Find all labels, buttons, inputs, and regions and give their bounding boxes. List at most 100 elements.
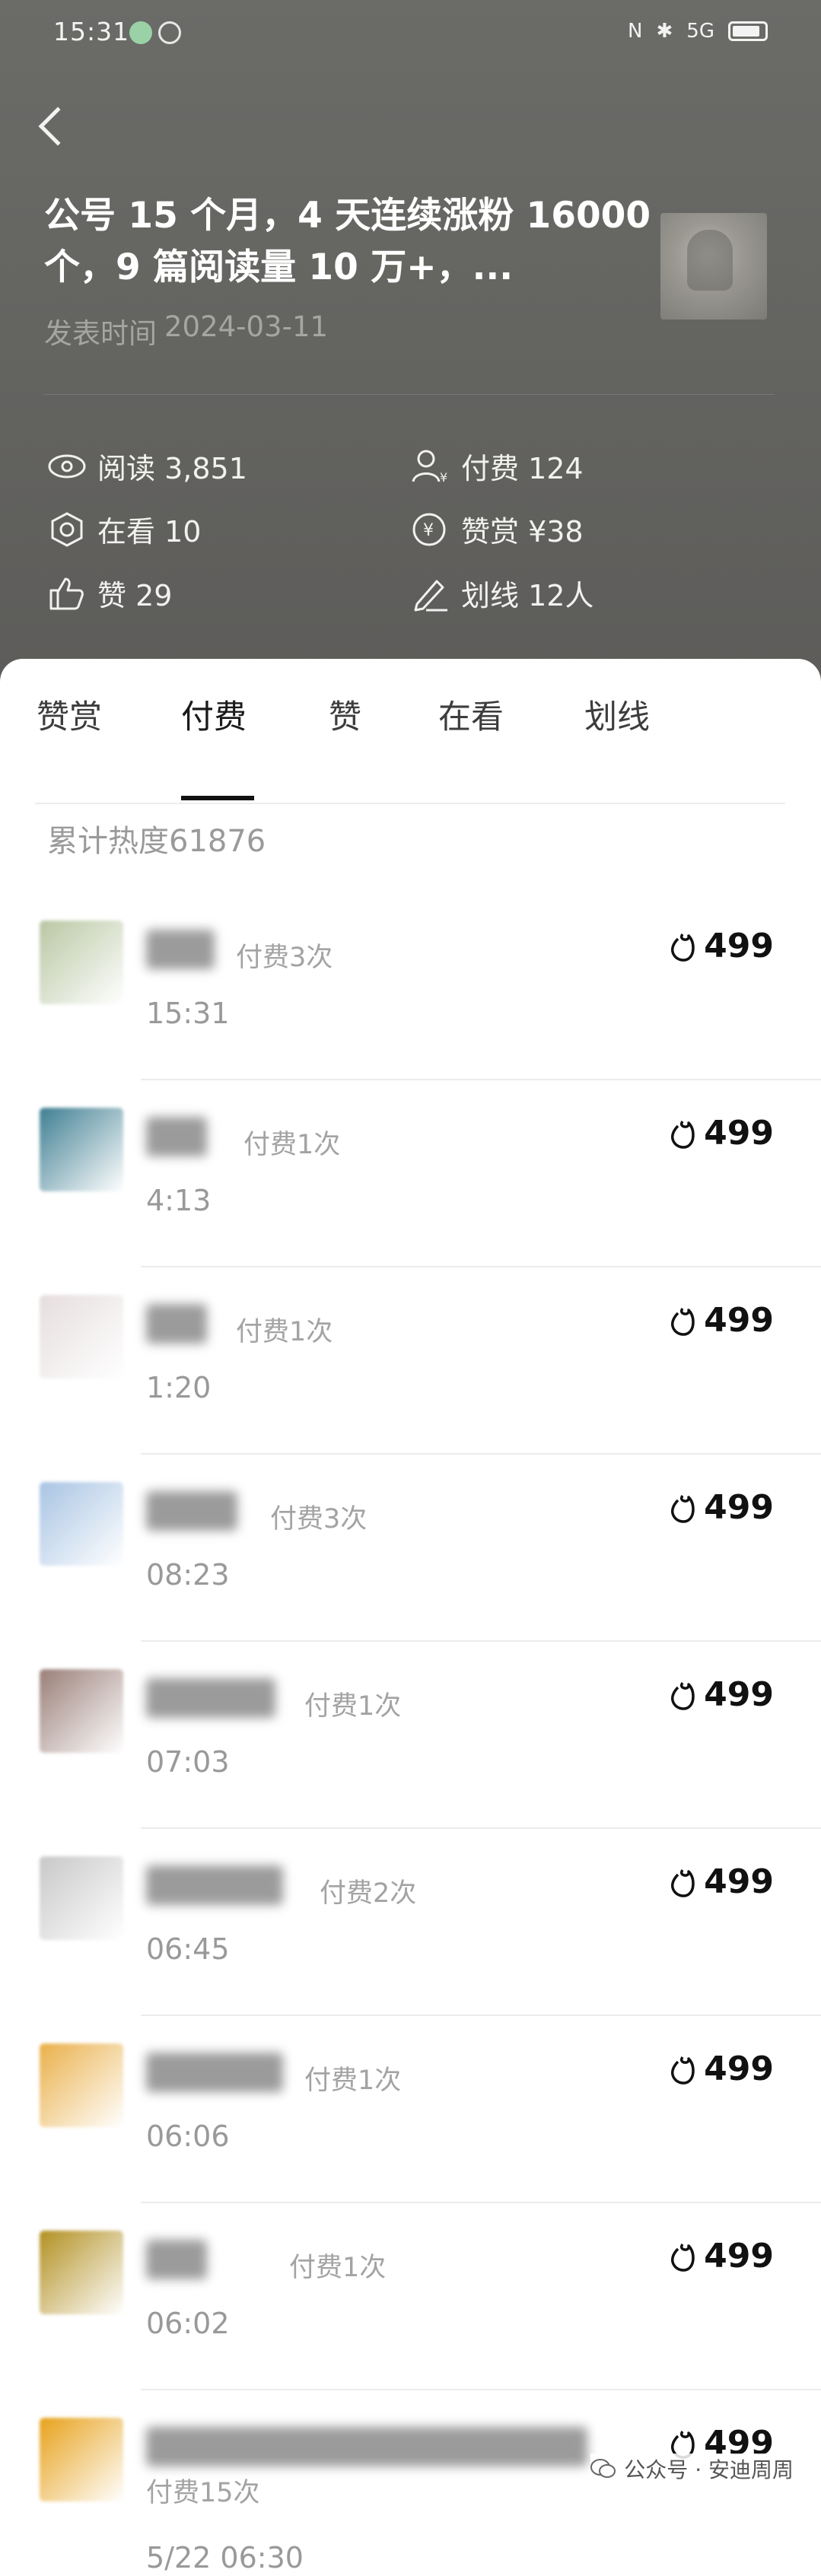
total-heat: 累计热度61876 — [47, 824, 266, 859]
payer-row[interactable]: 付费1次 07:03 499 — [0, 1640, 821, 1827]
payer-name-blurred — [146, 930, 215, 969]
flame-icon — [671, 1494, 695, 1523]
pay-time: 06:02 — [146, 2307, 230, 2340]
status-time: 15:31 — [53, 17, 130, 46]
flame-icon — [671, 933, 695, 962]
tab-highlight[interactable]: 划线 — [584, 691, 650, 738]
payment-panel: 赞赏 付费 赞 在看 划线 累计热度61876 付费3次 15:31 499 付费1次… — [0, 659, 821, 2574]
row-divider — [141, 2202, 821, 2203]
active-tab-indicator — [181, 796, 254, 800]
heat-amount: 499 — [669, 2237, 774, 2275]
heat-amount: 499 — [669, 927, 774, 965]
wechat-icon — [590, 2459, 616, 2478]
flame-icon — [671, 1681, 695, 1710]
payer-row[interactable]: 付费3次 15:31 499 — [0, 892, 821, 1079]
stat-looking: 在看 10 — [47, 508, 201, 550]
heat-value: 499 — [704, 2050, 774, 2088]
article-title: 公号 15 个月，4 天连续涨粉 16000个，9 篇阅读量 10 万+，... — [44, 195, 651, 288]
pay-count: 付费1次 — [289, 2253, 387, 2283]
pay-count: 付费15次 — [146, 2478, 260, 2508]
pay-count: 付费1次 — [243, 1130, 341, 1160]
payer-name-blurred — [146, 2240, 207, 2279]
article-cover-image[interactable] — [660, 213, 767, 320]
row-divider — [141, 1079, 821, 1080]
avatar[interactable] — [40, 1295, 123, 1379]
pen-icon — [414, 580, 447, 611]
pay-time: 06:06 — [146, 2120, 230, 2153]
payer-row[interactable]: 付费1次 06:06 499 — [0, 2015, 821, 2202]
publish-label: 发表时间 — [44, 317, 157, 350]
row-divider — [141, 1266, 821, 1267]
row-divider — [141, 1453, 821, 1455]
pay-count: 付费3次 — [236, 943, 333, 973]
payer-row[interactable]: 付费1次 1:20 499 — [0, 1266, 821, 1453]
status-bar: 15:31 N ✱ 5G — [0, 0, 821, 70]
tab-like[interactable]: 赞 — [329, 691, 361, 738]
tab-pay[interactable]: 付费 — [181, 691, 247, 738]
stat-pay: ¥ 付费 124 — [411, 445, 584, 487]
heat-amount: 499 — [669, 1675, 774, 1714]
avatar[interactable] — [40, 921, 123, 1004]
heat-value: 499 — [704, 1301, 774, 1340]
pay-time: 5/22 06:30 — [146, 2541, 304, 2574]
payer-name-blurred — [146, 2427, 587, 2466]
avatar[interactable] — [40, 1856, 123, 1940]
avatar[interactable] — [40, 1669, 123, 1753]
heat-value: 499 — [704, 1862, 774, 1901]
back-button[interactable] — [38, 107, 78, 146]
pay-time: 07:03 — [146, 1745, 230, 1779]
publish-time: 发表时间 2024-03-11 — [44, 310, 328, 351]
pay-time: 4:13 — [146, 1184, 212, 1217]
stat-like: 赞 29 — [47, 572, 172, 614]
avatar[interactable] — [40, 2231, 123, 2314]
payer-name-blurred — [146, 1304, 207, 1344]
avatar[interactable] — [40, 1482, 123, 1566]
bluetooth-icon: ✱ — [656, 20, 673, 43]
cover-figure — [687, 230, 733, 291]
svg-text:¥: ¥ — [440, 470, 447, 485]
pay-count: 付费1次 — [236, 1317, 333, 1347]
avatar[interactable] — [40, 2418, 123, 2501]
heat-value: 499 — [704, 1488, 774, 1527]
flame-icon — [671, 2056, 695, 2085]
payer-row[interactable]: 付费3次 08:23 499 — [0, 1453, 821, 1640]
signal-icon: 5G — [686, 20, 714, 43]
avatar[interactable] — [40, 1108, 123, 1191]
thumbs-up-icon — [49, 577, 84, 609]
nfc-icon: N — [628, 20, 643, 43]
heat-amount: 499 — [669, 1488, 774, 1527]
row-divider — [141, 1640, 821, 1642]
heat-value: 499 — [704, 927, 774, 965]
payer-row[interactable]: 付费1次 4:13 499 — [0, 1079, 821, 1266]
row-divider — [141, 2389, 821, 2390]
row-divider — [141, 2015, 821, 2016]
heat-amount: 499 — [669, 2050, 774, 2088]
eye-icon — [48, 454, 86, 478]
flame-icon — [671, 1307, 695, 1336]
flame-icon — [671, 2243, 695, 2272]
divider — [44, 394, 775, 395]
tab-reward[interactable]: 赞赏 — [37, 691, 102, 738]
stat-reward: ¥ 赞赏 ¥38 — [411, 508, 584, 550]
payer-name-blurred — [146, 1117, 207, 1156]
tab-looking[interactable]: 在看 — [438, 691, 504, 738]
pay-time: 08:23 — [146, 1558, 230, 1592]
heat-amount: 499 — [669, 1114, 774, 1153]
tab-divider — [35, 803, 785, 804]
avatar[interactable] — [40, 2043, 123, 2127]
heat-value: 499 — [704, 2237, 774, 2275]
payer-row[interactable]: 付费1次 06:02 499 — [0, 2202, 821, 2389]
heat-amount: 499 — [669, 1862, 774, 1901]
payer-name-blurred — [146, 1491, 237, 1531]
pay-time: 15:31 — [146, 997, 230, 1030]
heat-value: 499 — [704, 1675, 774, 1714]
payer-name-blurred — [146, 1678, 275, 1718]
heat-amount: 499 — [669, 1301, 774, 1340]
svg-text:¥: ¥ — [423, 521, 434, 540]
watermark: 公众号 · 安迪周周 — [590, 2454, 794, 2484]
article-header: 15:31 N ✱ 5G 公号 15 个月，4 天连续涨粉 16000个，9 篇… — [0, 0, 821, 685]
pay-time: 1:20 — [146, 1371, 212, 1404]
payer-row[interactable]: 付费2次 06:45 499 — [0, 1827, 821, 2015]
app-notification-icon — [158, 21, 181, 44]
tab-bar: 赞赏 付费 赞 在看 划线 — [0, 691, 821, 804]
